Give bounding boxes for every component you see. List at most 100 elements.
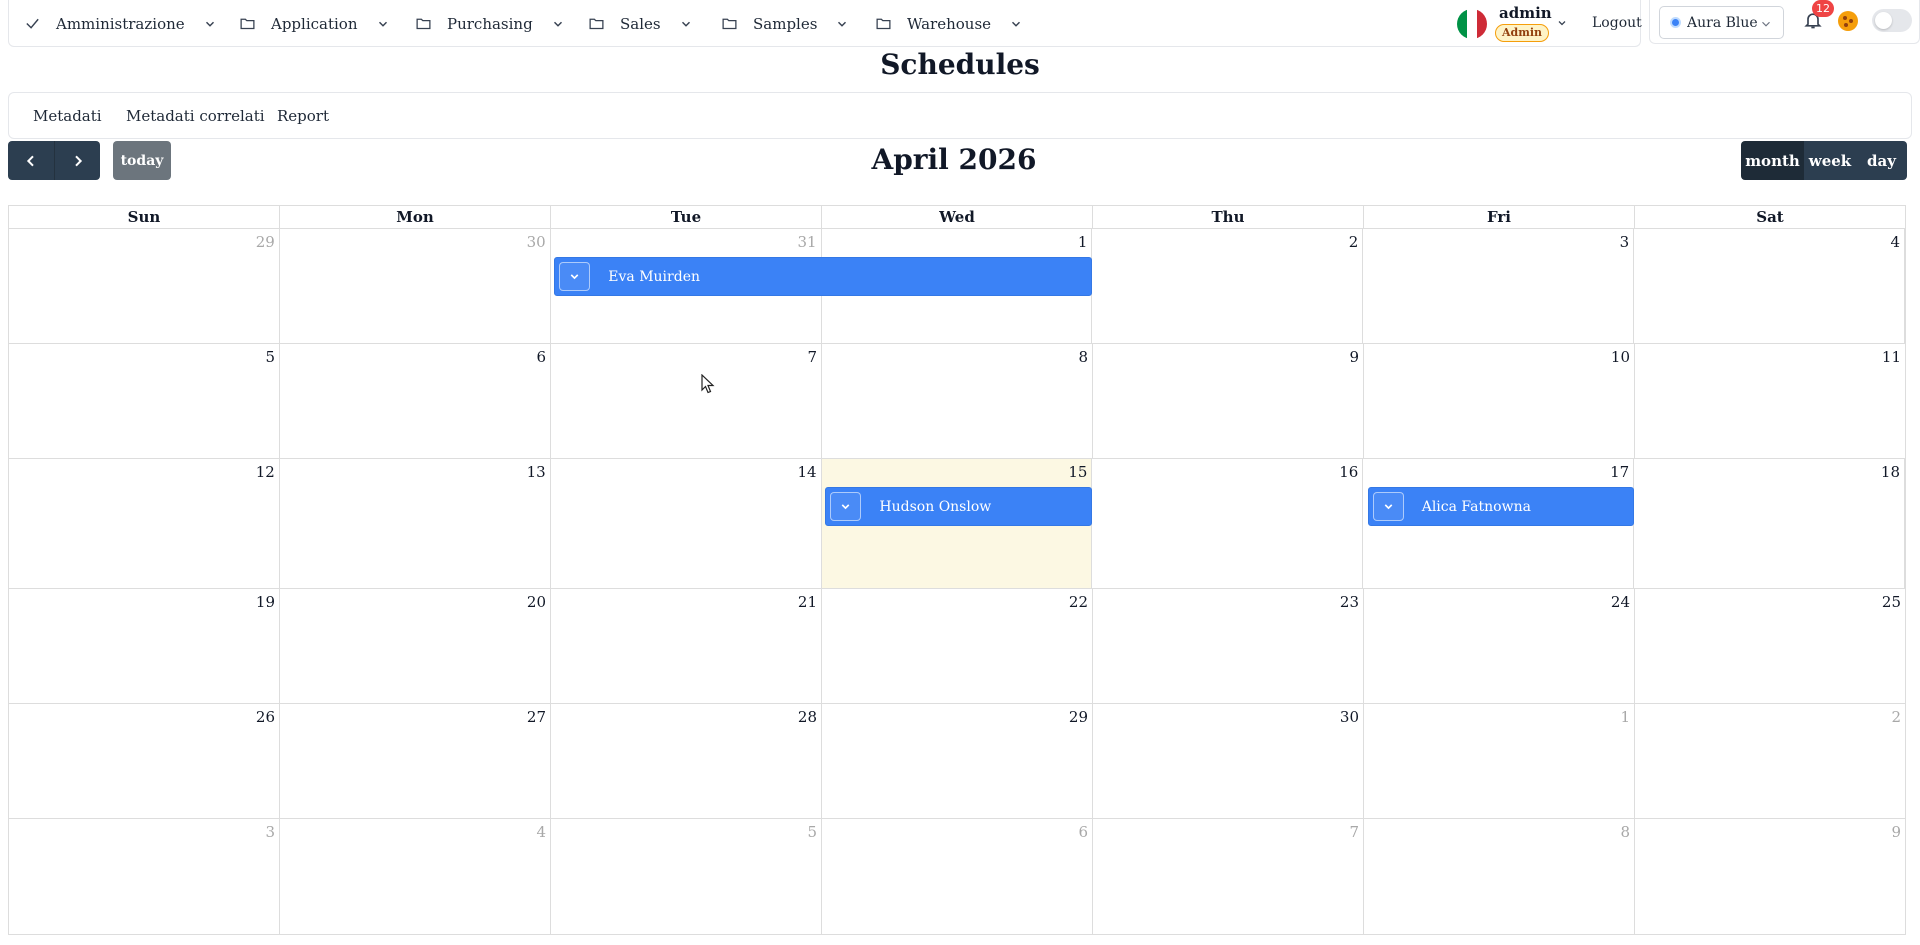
day-number[interactable]: 22 xyxy=(1069,593,1088,611)
day-number[interactable]: 23 xyxy=(1340,593,1359,611)
day-cell[interactable]: 29 xyxy=(822,704,1093,818)
day-number[interactable]: 9 xyxy=(1349,348,1359,366)
day-cell[interactable]: 26 xyxy=(9,704,280,818)
tab-metadati-correlati[interactable]: Metadati correlati xyxy=(126,107,265,125)
event-expand-button[interactable] xyxy=(559,262,591,291)
day-cell[interactable]: 1 xyxy=(1364,704,1635,818)
day-cell[interactable]: 8 xyxy=(822,344,1093,458)
view-day-button[interactable]: day xyxy=(1856,141,1907,180)
menu-application[interactable]: Application xyxy=(239,0,390,47)
day-cell[interactable]: 6 xyxy=(822,819,1093,934)
day-number[interactable]: 7 xyxy=(1349,823,1359,841)
menu-purchasing[interactable]: Purchasing xyxy=(415,0,565,47)
day-cell[interactable]: 11 xyxy=(1635,344,1905,458)
day-cell[interactable]: 7 xyxy=(551,344,822,458)
day-number[interactable]: 5 xyxy=(807,823,817,841)
day-number[interactable]: 2 xyxy=(1349,233,1359,251)
day-cell[interactable]: 6 xyxy=(280,344,551,458)
cookie-icon[interactable] xyxy=(1838,11,1858,31)
day-number[interactable]: 26 xyxy=(256,708,275,726)
calendar-event[interactable]: Hudson Onslow xyxy=(825,487,1092,526)
day-number[interactable]: 29 xyxy=(256,233,275,251)
tab-metadati[interactable]: Metadati xyxy=(33,107,102,125)
day-number[interactable]: 6 xyxy=(1078,823,1088,841)
day-cell[interactable]: 27 xyxy=(280,704,551,818)
menu-sales[interactable]: Sales xyxy=(588,0,693,47)
day-number[interactable]: 1 xyxy=(1620,708,1630,726)
chevron-down-icon[interactable] xyxy=(1556,17,1568,29)
day-cell[interactable]: 3 xyxy=(1363,229,1635,343)
day-number[interactable]: 2 xyxy=(1891,708,1901,726)
day-number[interactable]: 11 xyxy=(1882,348,1901,366)
view-week-button[interactable]: week xyxy=(1804,141,1856,180)
day-number[interactable]: 7 xyxy=(807,348,817,366)
day-cell[interactable]: 20 xyxy=(280,589,551,703)
day-number[interactable]: 10 xyxy=(1611,348,1630,366)
day-number[interactable]: 27 xyxy=(527,708,546,726)
day-number[interactable]: 3 xyxy=(265,823,275,841)
day-cell[interactable]: 2 xyxy=(1635,704,1905,818)
day-number[interactable]: 29 xyxy=(1069,708,1088,726)
menu-warehouse[interactable]: Warehouse xyxy=(875,0,1023,47)
day-cell[interactable]: 4 xyxy=(1634,229,1906,343)
day-cell[interactable]: 12 xyxy=(9,459,280,588)
dark-mode-toggle[interactable] xyxy=(1872,9,1912,32)
day-number[interactable]: 13 xyxy=(527,463,546,481)
day-cell[interactable]: 30 xyxy=(280,229,551,343)
day-number[interactable]: 4 xyxy=(536,823,546,841)
italy-flag-icon[interactable] xyxy=(1457,9,1487,39)
day-number[interactable]: 30 xyxy=(1340,708,1359,726)
calendar-event[interactable]: Alica Fatnowna xyxy=(1367,487,1634,526)
theme-select[interactable]: Aura Blue xyxy=(1659,6,1784,39)
menu-amministrazione[interactable]: Amministrazione xyxy=(24,0,217,47)
day-number[interactable]: 24 xyxy=(1611,593,1630,611)
day-number[interactable]: 17 xyxy=(1610,463,1629,481)
day-cell[interactable]: 25 xyxy=(1635,589,1905,703)
day-cell[interactable]: 4 xyxy=(280,819,551,934)
day-number[interactable]: 30 xyxy=(527,233,546,251)
tab-report[interactable]: Report xyxy=(277,107,329,125)
logout-button[interactable]: Logout xyxy=(1592,15,1642,31)
day-number[interactable]: 19 xyxy=(256,593,275,611)
menu-samples[interactable]: Samples xyxy=(721,0,849,47)
day-number[interactable]: 5 xyxy=(265,348,275,366)
day-cell[interactable]: 24 xyxy=(1364,589,1635,703)
day-cell[interactable]: 16 xyxy=(1092,459,1364,588)
day-cell[interactable]: 10 xyxy=(1364,344,1635,458)
day-number[interactable]: 1 xyxy=(1078,233,1088,251)
day-number[interactable]: 6 xyxy=(536,348,546,366)
event-expand-button[interactable] xyxy=(830,492,862,521)
day-cell[interactable]: 22 xyxy=(822,589,1093,703)
day-cell[interactable]: 21 xyxy=(551,589,822,703)
day-cell[interactable]: 5 xyxy=(9,344,280,458)
day-number[interactable]: 31 xyxy=(797,233,816,251)
day-cell[interactable]: 29 xyxy=(9,229,280,343)
day-cell[interactable]: 3 xyxy=(9,819,280,934)
day-number[interactable]: 15 xyxy=(1068,463,1087,481)
day-cell[interactable]: 8 xyxy=(1364,819,1635,934)
day-cell[interactable]: 14 xyxy=(551,459,822,588)
day-number[interactable]: 4 xyxy=(1890,233,1900,251)
user-name[interactable]: admin xyxy=(1499,4,1552,22)
day-number[interactable]: 25 xyxy=(1882,593,1901,611)
day-number[interactable]: 28 xyxy=(798,708,817,726)
calendar-event[interactable]: Eva Muirden xyxy=(554,257,1092,296)
day-number[interactable]: 20 xyxy=(527,593,546,611)
day-cell[interactable]: 18 xyxy=(1634,459,1906,588)
day-cell[interactable]: 9 xyxy=(1635,819,1905,934)
day-number[interactable]: 21 xyxy=(798,593,817,611)
day-number[interactable]: 16 xyxy=(1339,463,1358,481)
day-number[interactable]: 12 xyxy=(256,463,275,481)
day-cell[interactable]: 13 xyxy=(280,459,551,588)
day-cell[interactable]: 9 xyxy=(1093,344,1364,458)
day-number[interactable]: 14 xyxy=(797,463,816,481)
day-number[interactable]: 8 xyxy=(1078,348,1088,366)
view-month-button[interactable]: month xyxy=(1741,141,1804,180)
day-cell[interactable]: 7 xyxy=(1093,819,1364,934)
day-cell[interactable]: 28 xyxy=(551,704,822,818)
day-number[interactable]: 18 xyxy=(1881,463,1900,481)
day-number[interactable]: 8 xyxy=(1620,823,1630,841)
day-cell[interactable]: 23 xyxy=(1093,589,1364,703)
day-cell[interactable]: 30 xyxy=(1093,704,1364,818)
day-cell[interactable]: 19 xyxy=(9,589,280,703)
